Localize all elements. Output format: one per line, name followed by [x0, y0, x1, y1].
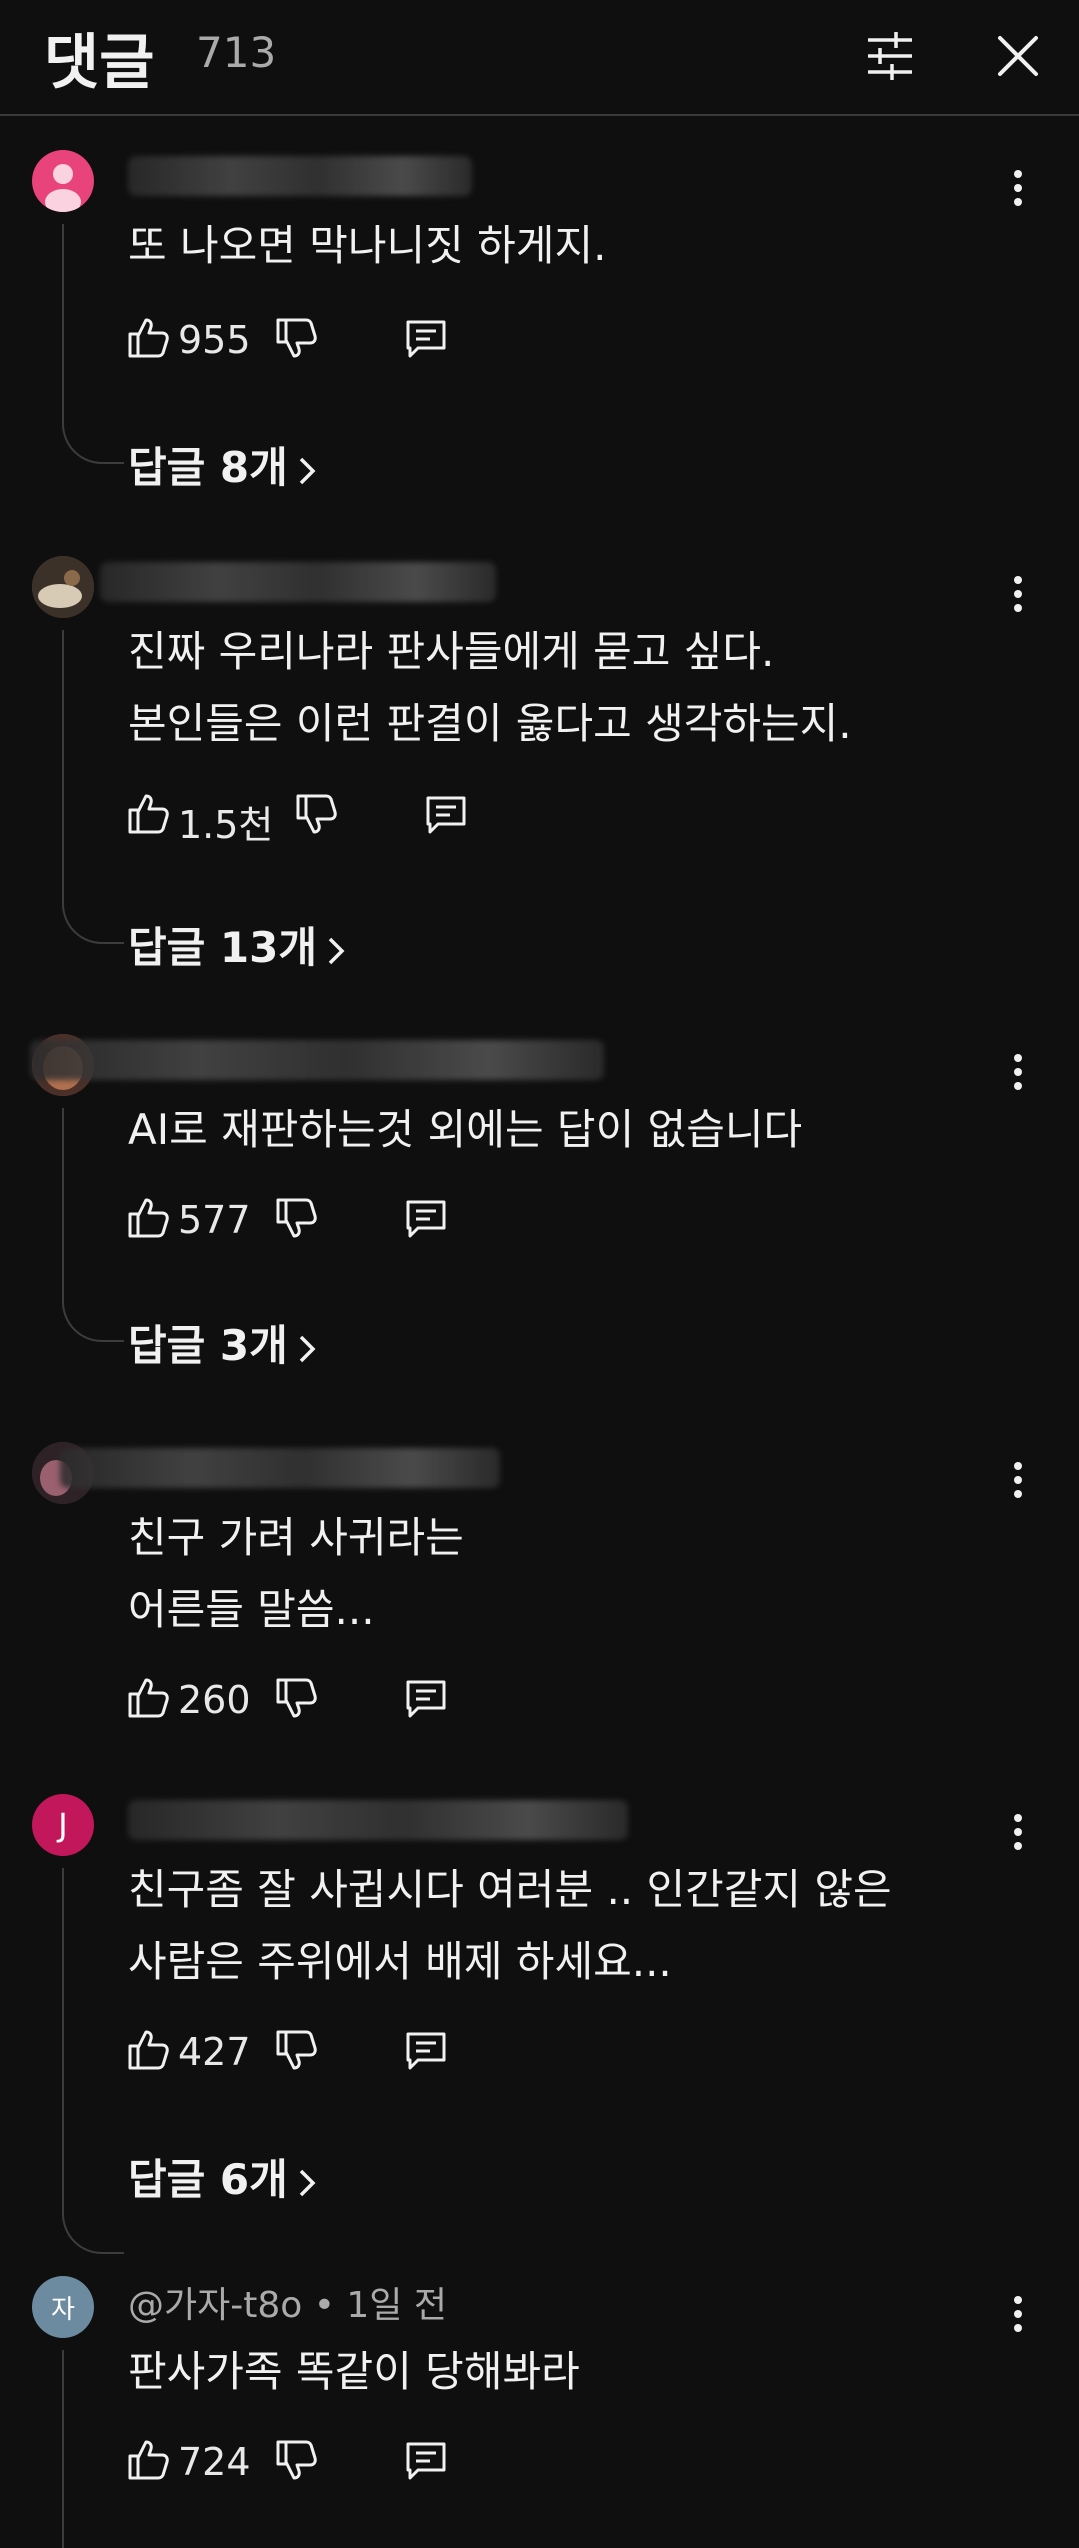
filter-icon[interactable]: [862, 28, 918, 84]
thread-line: [62, 2350, 64, 2548]
like-icon[interactable]: [124, 314, 172, 362]
reply-icon[interactable]: [402, 2436, 450, 2484]
user-silhouette-icon: [45, 164, 81, 212]
dislike-icon[interactable]: [272, 2026, 320, 2074]
redacted-author: [100, 562, 496, 602]
dislike-icon[interactable]: [272, 314, 320, 362]
more-options-icon[interactable]: [1000, 1044, 1036, 1100]
more-options-icon[interactable]: [1000, 2286, 1036, 2342]
comment-count: 713: [196, 28, 277, 77]
comments-header: 댓글 713: [0, 0, 1079, 116]
comment-text: 판사가족 똑같이 당해봐라: [128, 2347, 580, 2396]
reply-icon[interactable]: [422, 790, 470, 838]
like-count: 577: [178, 1198, 251, 1242]
thread-line: [62, 1868, 124, 2254]
like-icon[interactable]: [124, 2436, 172, 2484]
dislike-icon[interactable]: [272, 1194, 320, 1242]
avatar[interactable]: J: [32, 1794, 94, 1856]
thread-line: [62, 1108, 124, 1342]
redacted-author: [128, 156, 472, 196]
thread-line: [62, 630, 124, 944]
more-options-icon[interactable]: [1000, 160, 1036, 216]
comment-text: 친구 가려 사귀라는 어른들 말씀...: [128, 1513, 464, 1634]
more-options-icon[interactable]: [1000, 1452, 1036, 1508]
redacted-author: [128, 1800, 628, 1840]
redacted-author: [30, 1040, 604, 1080]
reply-icon[interactable]: [402, 314, 450, 362]
dislike-icon[interactable]: [272, 2436, 320, 2484]
redacted-author: [60, 1448, 500, 1488]
avatar-letter: 자: [51, 2294, 75, 2325]
comments-title: 댓글: [44, 28, 155, 98]
chevron-right-icon: [299, 1335, 316, 1362]
like-count: 1.5천: [178, 803, 274, 847]
thread-line: [62, 224, 124, 464]
like-icon[interactable]: [124, 1194, 172, 1242]
comment-text: 친구좀 잘 사귑시다 여러분 .. 인간같지 않은 사람은 주위에서 배제 하세…: [128, 1865, 892, 1986]
view-replies-button[interactable]: 답글 8개: [128, 434, 318, 495]
like-count: 724: [178, 2440, 251, 2484]
reply-icon[interactable]: [402, 1194, 450, 1242]
avatar[interactable]: [32, 556, 94, 618]
chevron-right-icon: [299, 457, 316, 484]
reply-icon[interactable]: [402, 1674, 450, 1722]
chevron-right-icon: [299, 2169, 316, 2196]
view-replies-button[interactable]: 답글 3개: [128, 1312, 318, 1373]
avatar-letter: J: [58, 1806, 68, 1844]
like-icon[interactable]: [124, 2026, 172, 2074]
like-count: 955: [178, 318, 251, 362]
avatar[interactable]: [32, 150, 94, 212]
chevron-right-icon: [328, 937, 345, 964]
like-count: 260: [178, 1678, 251, 1722]
comment-text: 진짜 우리나라 판사들에게 묻고 싶다. 본인들은 이런 판결이 옳다고 생각하…: [128, 627, 852, 748]
dislike-icon[interactable]: [292, 790, 340, 838]
comment-text: 또 나오면 막나니짓 하게지.: [128, 221, 607, 270]
like-icon[interactable]: [124, 1674, 172, 1722]
like-count: 427: [178, 2030, 251, 2074]
like-icon[interactable]: [124, 790, 172, 838]
avatar-image-icon: [32, 556, 94, 618]
comment-author[interactable]: @가자-t8o • 1일 전: [128, 2276, 447, 2328]
avatar[interactable]: 자: [32, 2276, 94, 2338]
more-options-icon[interactable]: [1000, 1804, 1036, 1860]
dislike-icon[interactable]: [272, 1674, 320, 1722]
reply-icon[interactable]: [402, 2026, 450, 2074]
comment-text: AI로 재판하는것 외에는 답이 없습니다: [128, 1105, 803, 1154]
view-replies-button[interactable]: 답글 13개: [128, 914, 347, 975]
more-options-icon[interactable]: [1000, 566, 1036, 622]
close-icon[interactable]: [990, 28, 1046, 84]
view-replies-button[interactable]: 답글 6개: [128, 2146, 318, 2207]
